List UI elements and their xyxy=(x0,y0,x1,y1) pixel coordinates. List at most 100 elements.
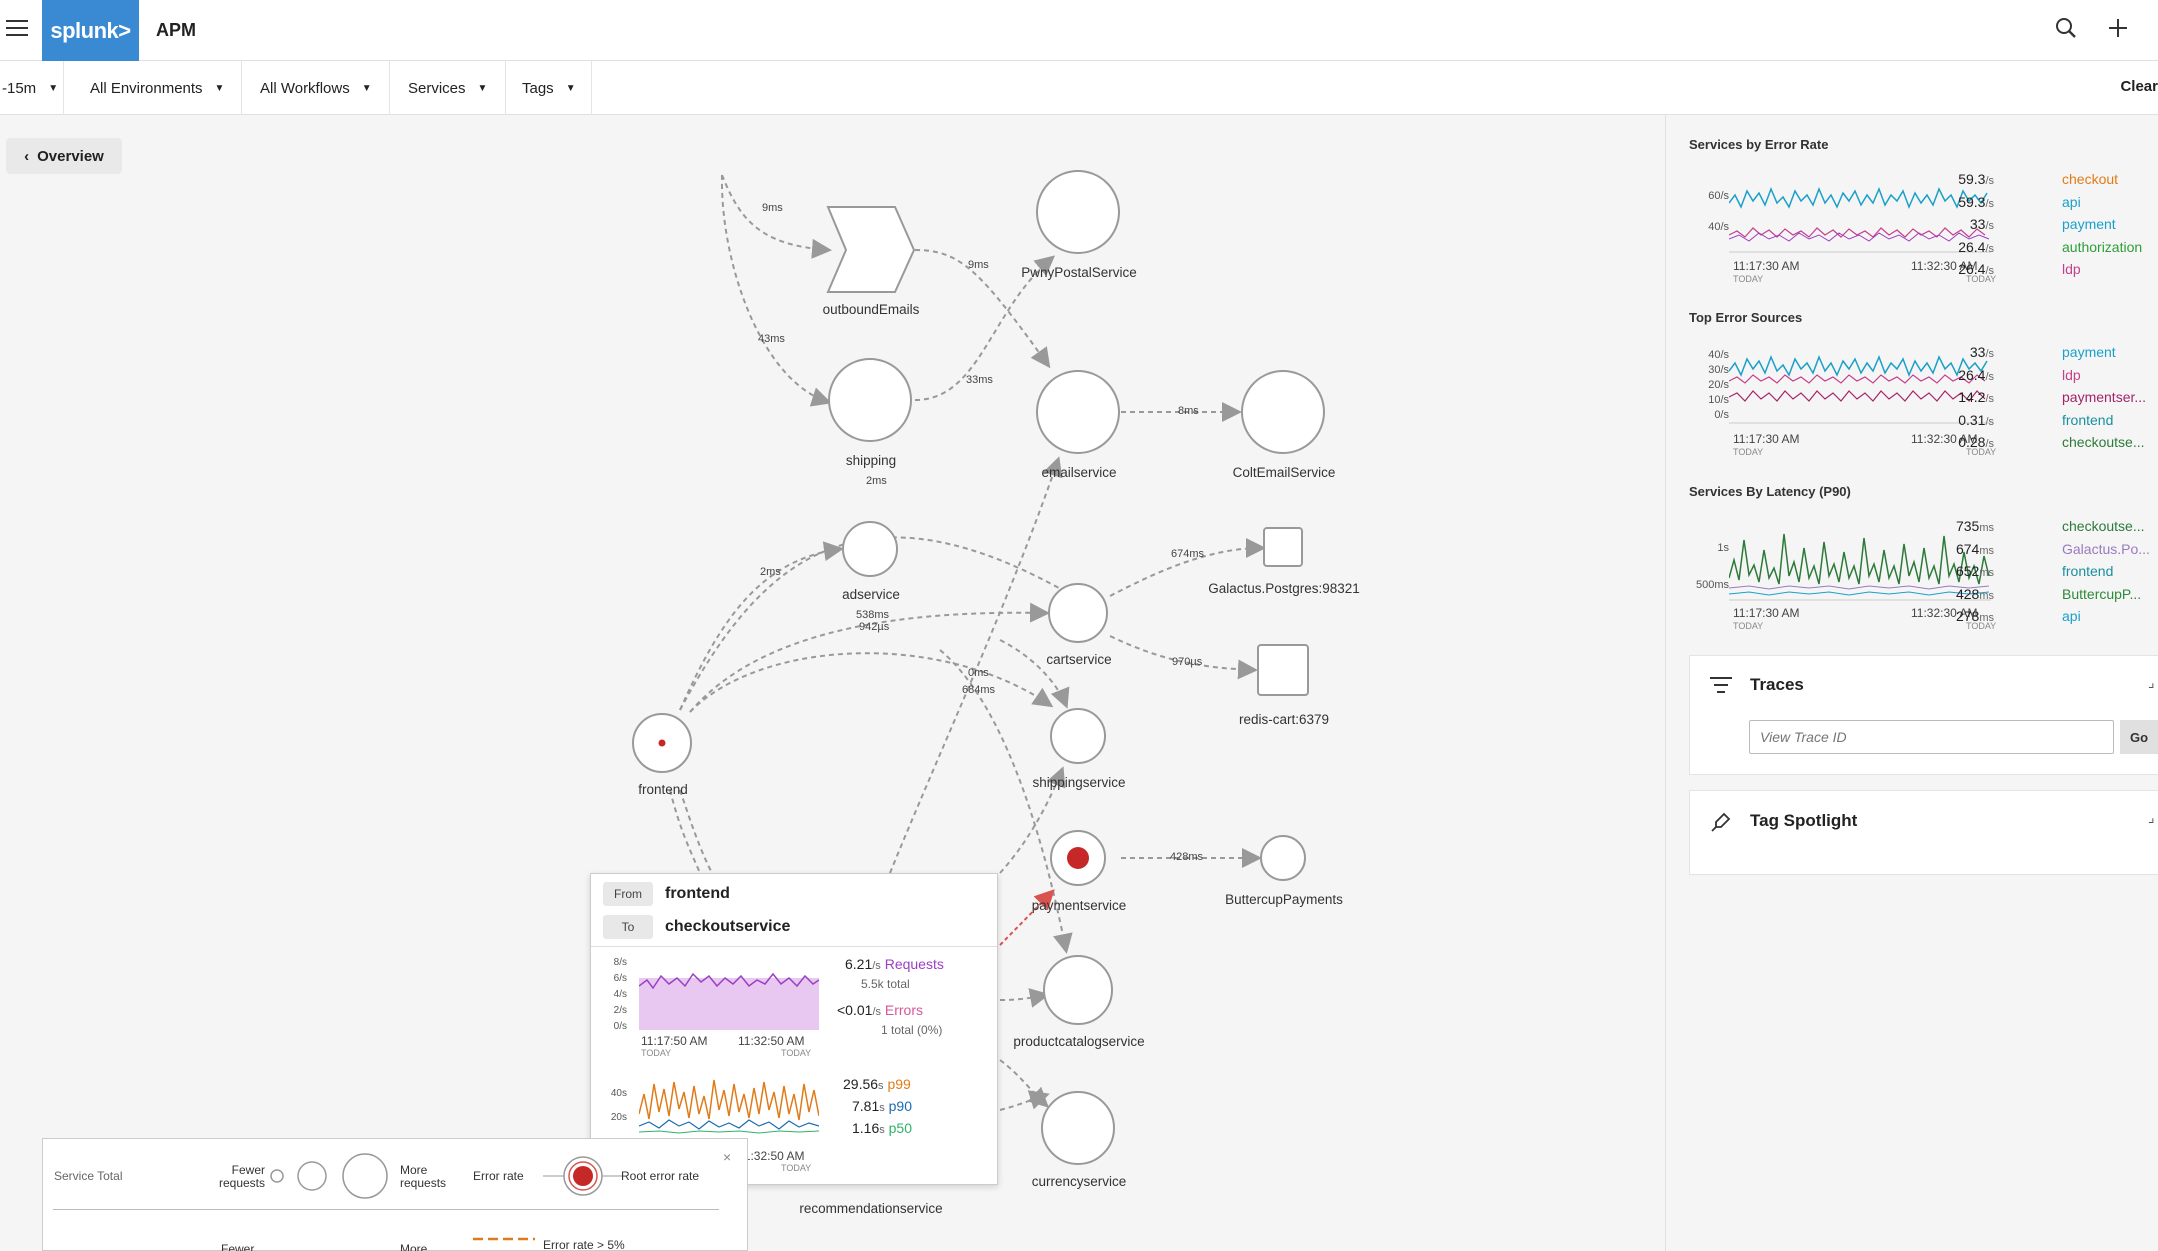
expand-icon[interactable]: ⌟ xyxy=(2148,674,2155,691)
edge-label: 942µs xyxy=(859,621,890,633)
tags-filter[interactable]: Tags ▼ xyxy=(508,61,592,115)
edge-label: 33ms xyxy=(966,374,993,386)
node-cartservice xyxy=(1048,583,1108,643)
edge-label: 684ms xyxy=(962,684,996,696)
node-shipping xyxy=(828,358,912,442)
list-icon xyxy=(1710,677,1732,693)
service-link[interactable]: Galactus.Po... xyxy=(2062,541,2150,557)
metric-value: 735ms xyxy=(1955,518,1994,534)
map-legend: Service Total Fewer requests More reques… xyxy=(42,1138,748,1251)
tag-spotlight-title[interactable]: Tag Spotlight xyxy=(1750,811,1857,831)
axis-tick: 40/s xyxy=(1708,221,1729,233)
today-label: TODAY xyxy=(781,1163,812,1173)
node-label: cartservice xyxy=(1046,652,1112,667)
today-label: TODAY xyxy=(1733,274,1764,284)
trace-id-input[interactable] xyxy=(1749,720,2114,754)
splunk-logo[interactable]: splunk> xyxy=(42,0,139,61)
legend-more-requests: More requests xyxy=(400,1163,447,1190)
node-redis xyxy=(1257,644,1309,696)
errors-total: 1 total (0%) xyxy=(881,1023,943,1037)
services-filter[interactable]: Services ▼ xyxy=(394,61,506,115)
legend-fewer: Fewer xyxy=(221,1242,255,1251)
metric-value: 59.3/s xyxy=(1958,171,1994,187)
metric-value: 59.3/s xyxy=(1958,194,1994,210)
edge-label: 2ms xyxy=(760,566,781,578)
node-label: currencyservice xyxy=(1031,1174,1127,1189)
legend-error-dash xyxy=(473,1237,535,1241)
time-range-filter[interactable]: -15m ▼ xyxy=(0,61,64,115)
today-label: TODAY xyxy=(1733,447,1764,457)
axis-tick: 8/s xyxy=(613,957,627,968)
axis-tick: 0/s xyxy=(613,1021,627,1032)
search-icon[interactable] xyxy=(2054,16,2078,47)
top-bar: splunk> APM xyxy=(0,0,2158,61)
axis-tick: 20/s xyxy=(1708,379,1729,391)
service-link[interactable]: ButtercupP... xyxy=(2062,586,2141,602)
service-link[interactable]: payment xyxy=(2062,344,2116,360)
service-link[interactable]: checkout xyxy=(2062,171,2118,187)
environment-filter[interactable]: All Environments ▼ xyxy=(76,61,242,115)
add-icon[interactable] xyxy=(2106,16,2130,47)
service-link[interactable]: checkoutse... xyxy=(2062,434,2145,450)
close-icon[interactable]: × xyxy=(723,1150,731,1164)
service-link[interactable]: frontend xyxy=(2062,563,2113,579)
metric-value: 0.28/s xyxy=(1958,434,1994,450)
node-productcatalogservice xyxy=(1043,955,1113,1025)
traces-card: Traces ⌟ Go xyxy=(1689,655,2158,775)
node-label: adservice xyxy=(842,587,900,602)
node-PwnyPostalService xyxy=(1036,170,1120,254)
latency-title: Services By Latency (P90) xyxy=(1689,484,1851,499)
app-title: APM xyxy=(156,20,196,40)
expand-icon[interactable]: ⌟ xyxy=(2148,809,2155,826)
workflow-filter[interactable]: All Workflows ▼ xyxy=(246,61,390,115)
node-error-dot xyxy=(1067,847,1089,869)
latency-sparkline xyxy=(639,1079,819,1134)
axis-tick: 40s xyxy=(610,1088,627,1099)
from-service[interactable]: frontend xyxy=(665,885,730,903)
axis-tick: 4/s xyxy=(613,989,627,1000)
service-link[interactable]: api xyxy=(2062,608,2081,624)
node-label: shipping xyxy=(845,453,897,468)
p99-stat: 29.56s p99 xyxy=(843,1076,911,1092)
today-label: TODAY xyxy=(1733,621,1764,631)
clear-button[interactable]: Clear xyxy=(2120,78,2158,95)
error-sources-title: Top Error Sources xyxy=(1689,310,1803,325)
service-link[interactable]: api xyxy=(2062,194,2081,210)
time-end: 11:32:50 AM xyxy=(738,1034,805,1048)
node-label: PwnyPostalService xyxy=(1021,265,1137,280)
axis-tick: 0/s xyxy=(1714,409,1729,421)
axis-tick: 6/s xyxy=(613,973,627,984)
caret-down-icon: ▼ xyxy=(565,82,576,94)
edge-label: 0ms xyxy=(968,667,989,679)
service-link[interactable]: ldp xyxy=(2062,261,2081,277)
requests-sparkline xyxy=(639,972,819,1030)
node-error-dot xyxy=(658,739,666,747)
service-link[interactable]: ldp xyxy=(2062,367,2081,383)
tag-spotlight-card: Tag Spotlight ⌟ xyxy=(1689,790,2158,875)
node-adservice xyxy=(842,521,898,577)
service-link[interactable]: paymentser... xyxy=(2062,389,2146,405)
service-link[interactable]: authorization xyxy=(2062,239,2142,255)
node-currencyservice xyxy=(1041,1091,1115,1165)
time-start: 11:17:30 AM xyxy=(1733,259,1800,273)
service-link[interactable]: frontend xyxy=(2062,412,2113,428)
legend-root-error-icon xyxy=(543,1156,623,1196)
to-service[interactable]: checkoutservice xyxy=(665,918,790,936)
metric-value: 14.2/s xyxy=(1958,389,1994,405)
service-link[interactable]: checkoutse... xyxy=(2062,518,2145,534)
service-link[interactable]: payment xyxy=(2062,216,2116,232)
divider xyxy=(591,946,997,947)
caret-down-icon: ▼ xyxy=(477,82,488,94)
metric-value: 428ms xyxy=(1955,586,1994,602)
go-button[interactable]: Go xyxy=(2120,720,2158,754)
metric-value: 33/s xyxy=(1969,344,1994,360)
node-label: frontend xyxy=(638,782,688,797)
axis-tick: 30/s xyxy=(1708,364,1729,376)
traces-title: Traces xyxy=(1750,675,1804,694)
axis-tick: 20s xyxy=(610,1112,627,1123)
caret-down-icon: ▼ xyxy=(48,82,59,94)
node-label: outboundEmails xyxy=(822,302,920,317)
requests-total: 5.5k total xyxy=(861,977,910,991)
menu-icon[interactable] xyxy=(6,20,28,38)
divider xyxy=(53,1209,719,1210)
